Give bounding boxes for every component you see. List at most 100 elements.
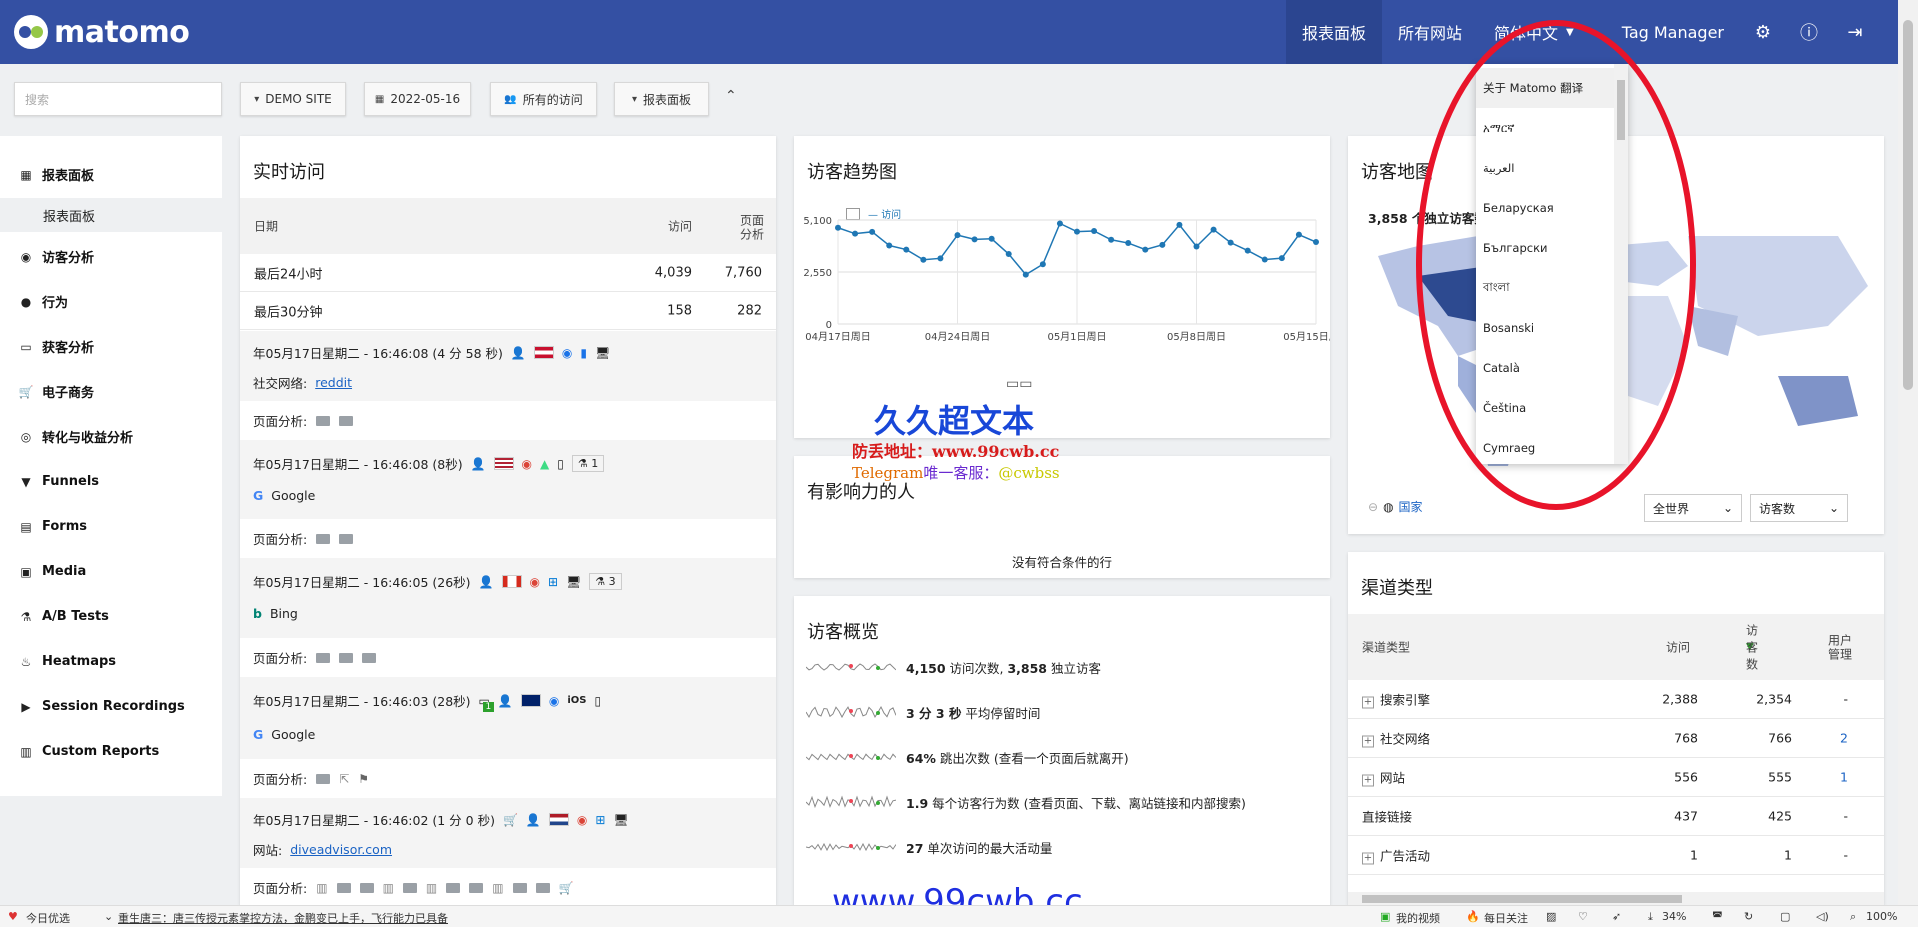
data-point[interactable] (988, 235, 995, 242)
data-point[interactable] (1210, 226, 1217, 233)
status-daily-follow[interactable]: 每日关注 (1484, 910, 1528, 926)
visitor-profile-icon[interactable]: 👤 (471, 457, 486, 471)
source-link[interactable]: reddit (315, 375, 352, 390)
sidebar-item-acquisition[interactable]: ▭ 获客分析 (0, 324, 222, 369)
folder-icon[interactable] (362, 652, 377, 663)
data-point[interactable] (1108, 236, 1115, 243)
status-news-link[interactable]: 重生唐三：唐三传授元素掌控方法，金鹏变已上手，飞行能力已具备 (118, 910, 448, 926)
data-point[interactable] (1142, 246, 1149, 253)
language-option[interactable]: Čeština (1476, 388, 1614, 428)
folder-icon[interactable] (316, 415, 331, 426)
visit-entry[interactable]: 年05月17日星期二 - 16:46:02 (1 分 0 秒) 🛒 👤 ◉ ⊞ … (240, 798, 776, 868)
data-point[interactable] (1313, 239, 1319, 246)
page-scrollbar[interactable] (1898, 0, 1918, 905)
date-selector[interactable]: ▦ 2022-05-16 (364, 82, 471, 116)
site-selector[interactable]: ▾ DEMO SITE (240, 82, 346, 116)
sidebar-subitem-dashboard[interactable]: 报表面板 (0, 198, 222, 232)
sparkline[interactable] (806, 657, 896, 677)
language-option[interactable]: Български (1476, 228, 1614, 268)
data-point[interactable] (937, 255, 944, 262)
language-option[interactable]: বাংলা (1476, 268, 1614, 308)
data-point[interactable] (1056, 220, 1063, 227)
language-dropdown-scrollbar[interactable] (1614, 64, 1628, 464)
table-row[interactable]: + 网站 556 555 1 (1348, 758, 1884, 797)
dashboard-selector[interactable]: ▾ 报表面板 (614, 82, 709, 116)
language-option[interactable]: Cymraeg (1476, 428, 1614, 468)
image-icon[interactable]: ▨ (1546, 910, 1556, 923)
folder-icon[interactable] (512, 882, 527, 893)
nav-language-selector[interactable]: 简体中文 ▼ (1478, 0, 1600, 64)
col-visits[interactable]: 访问 (1666, 639, 1690, 656)
logout-icon[interactable]: ⇥ (1832, 0, 1878, 64)
media-icon[interactable]: ▥ (426, 881, 437, 895)
status-my-videos[interactable]: 我的视频 (1396, 910, 1440, 926)
visit-entry[interactable]: 年05月17日星期二 - 16:46:05 (26秒) 👤 ◉ ⊞ 🖥 ⚗ 3 … (240, 558, 776, 638)
data-point[interactable] (886, 242, 893, 249)
data-point[interactable] (1261, 256, 1268, 263)
flag-event-icon[interactable]: ⚑ (358, 772, 369, 786)
window-icon[interactable]: ▢ (1780, 910, 1790, 923)
sidebar-item-forms[interactable]: ▤ Forms (0, 504, 222, 549)
data-point[interactable] (1159, 241, 1166, 248)
download-icon[interactable]: ⤓ (1648, 910, 1653, 924)
data-point[interactable] (1244, 247, 1251, 254)
folder-icon[interactable] (469, 882, 484, 893)
table-row[interactable]: + 社交网络 768 766 2 (1348, 719, 1884, 758)
sidebar-item-goals[interactable]: ◎ 转化与收益分析 (0, 414, 222, 459)
folder-icon[interactable] (339, 533, 354, 544)
matomo-logo[interactable]: matomo (14, 15, 190, 50)
refresh-icon[interactable]: ↻ (1744, 910, 1753, 923)
data-point[interactable] (1005, 251, 1012, 258)
sidebar-item-behaviour[interactable]: ● 行为 (0, 279, 222, 324)
status-today-picks[interactable]: 今日优选 (26, 910, 70, 926)
region-select[interactable]: 全世界 ⌄ (1644, 494, 1742, 522)
metric-select[interactable]: 访客数 ⌄ (1750, 494, 1848, 522)
folder-icon[interactable] (316, 533, 331, 544)
map-level-link[interactable]: 国家 (1399, 498, 1423, 515)
table-row[interactable]: + 广告活动 1 1 - (1348, 836, 1884, 875)
nav-tag-manager[interactable]: Tag Manager (1600, 0, 1740, 64)
zoom-out-icon[interactable]: ⊖ (1368, 500, 1378, 514)
gear-icon[interactable]: ⚙ (1740, 0, 1786, 64)
expand-icon[interactable]: + (1362, 852, 1374, 865)
nav-dashboard[interactable]: 报表面板 (1285, 0, 1382, 64)
data-point[interactable] (903, 246, 910, 253)
folder-icon[interactable] (339, 652, 354, 663)
headset-icon[interactable]: ◚ (1712, 910, 1723, 923)
sidebar-item-media[interactable]: ▣ Media (0, 549, 222, 594)
language-option[interactable]: 关于 Matomo 翻译 (1476, 68, 1614, 108)
data-point[interactable] (1039, 261, 1046, 268)
visitor-profile-icon[interactable]: 👤 (511, 346, 526, 360)
sidebar-item-heatmaps[interactable]: ♨ Heatmaps (0, 639, 222, 684)
folder-icon[interactable] (316, 773, 331, 784)
sidebar-item-dashboard[interactable]: ▦ 报表面板 (0, 152, 222, 197)
search-input[interactable]: 搜索 (14, 82, 222, 116)
folder-icon[interactable] (402, 882, 417, 893)
folder-icon[interactable] (336, 882, 351, 893)
map-zoom-controls[interactable]: ⊖ ◍ 国家 (1368, 498, 1423, 515)
sidebar-item-funnels[interactable]: ▼ Funnels (0, 459, 222, 504)
language-option[interactable]: Català (1476, 348, 1614, 388)
language-option[interactable]: Bosanski (1476, 308, 1614, 348)
data-point[interactable] (852, 230, 859, 237)
source-link[interactable]: diveadvisor.com (290, 842, 392, 857)
data-point[interactable] (835, 224, 841, 231)
volume-icon[interactable]: ◁) (1816, 910, 1829, 923)
sidebar-item-visitors[interactable]: ◉ 访客分析 (0, 234, 222, 279)
table-row[interactable]: + 搜索引擎 2,388 2,354 - (1348, 680, 1884, 719)
data-point[interactable] (1022, 271, 1029, 278)
annotation-icon[interactable]: ▭▭ (1006, 376, 1032, 392)
sidebar-item-custom-reports[interactable]: ▥ Custom Reports (0, 729, 222, 774)
table-row[interactable]: 直接链接 437 425 - (1348, 797, 1884, 836)
health-icon[interactable]: ♡ (1578, 910, 1588, 923)
data-point[interactable] (954, 232, 961, 239)
visit-entry[interactable]: 年05月17日星期二 - 16:46:03 (28秒) ▭ 1 👤 ◉ iOS ▯… (240, 677, 776, 759)
sparkline[interactable] (806, 837, 896, 857)
folder-icon[interactable] (359, 882, 374, 893)
data-point[interactable] (1278, 255, 1285, 262)
data-point[interactable] (920, 256, 927, 263)
media-icon[interactable]: ▥ (383, 881, 394, 895)
cart-icon[interactable]: 🛒 (559, 881, 574, 895)
sparkline[interactable] (806, 747, 896, 767)
nav-all-sites[interactable]: 所有网站 (1382, 0, 1478, 64)
